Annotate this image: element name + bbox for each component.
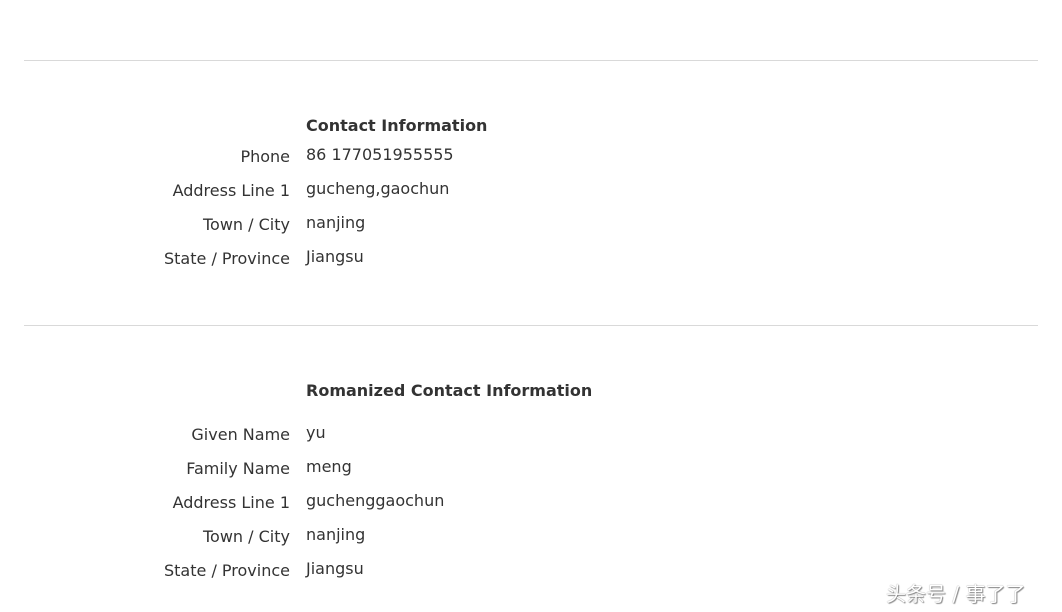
field-label: Town / City: [203, 215, 290, 234]
romanized-row-state: State / Province Jiangsu: [0, 559, 700, 583]
section-divider: [24, 60, 1038, 61]
field-label: State / Province: [164, 561, 290, 580]
field-value: guchenggaochun: [306, 491, 445, 510]
field-label: Phone: [240, 147, 290, 166]
field-label: Address Line 1: [172, 181, 290, 200]
field-value: nanjing: [306, 525, 366, 544]
field-value: gucheng,gaochun: [306, 179, 450, 198]
field-value: 86 177051955555: [306, 145, 454, 164]
contact-row-city: Town / City nanjing: [0, 213, 700, 237]
romanized-contact-heading: Romanized Contact Information: [306, 381, 593, 400]
section-divider: [24, 325, 1038, 326]
field-value: Jiangsu: [306, 247, 364, 266]
field-label: Family Name: [186, 459, 290, 478]
field-value: yu: [306, 423, 326, 442]
contact-information-heading: Contact Information: [306, 116, 488, 135]
field-label: State / Province: [164, 249, 290, 268]
field-value: meng: [306, 457, 352, 476]
field-label: Given Name: [191, 425, 290, 444]
contact-row-state: State / Province Jiangsu: [0, 247, 700, 271]
contact-row-phone: Phone 86 177051955555: [0, 145, 700, 169]
romanized-row-address: Address Line 1 guchenggaochun: [0, 491, 700, 515]
romanized-row-given-name: Given Name yu: [0, 423, 700, 447]
field-label: Town / City: [203, 527, 290, 546]
field-label: Address Line 1: [172, 493, 290, 512]
romanized-row-city: Town / City nanjing: [0, 525, 700, 549]
field-value: Jiangsu: [306, 559, 364, 578]
contact-row-address: Address Line 1 gucheng,gaochun: [0, 179, 700, 203]
romanized-row-family-name: Family Name meng: [0, 457, 700, 481]
watermark: 头条号 / 事了了: [886, 582, 1026, 606]
field-value: nanjing: [306, 213, 366, 232]
